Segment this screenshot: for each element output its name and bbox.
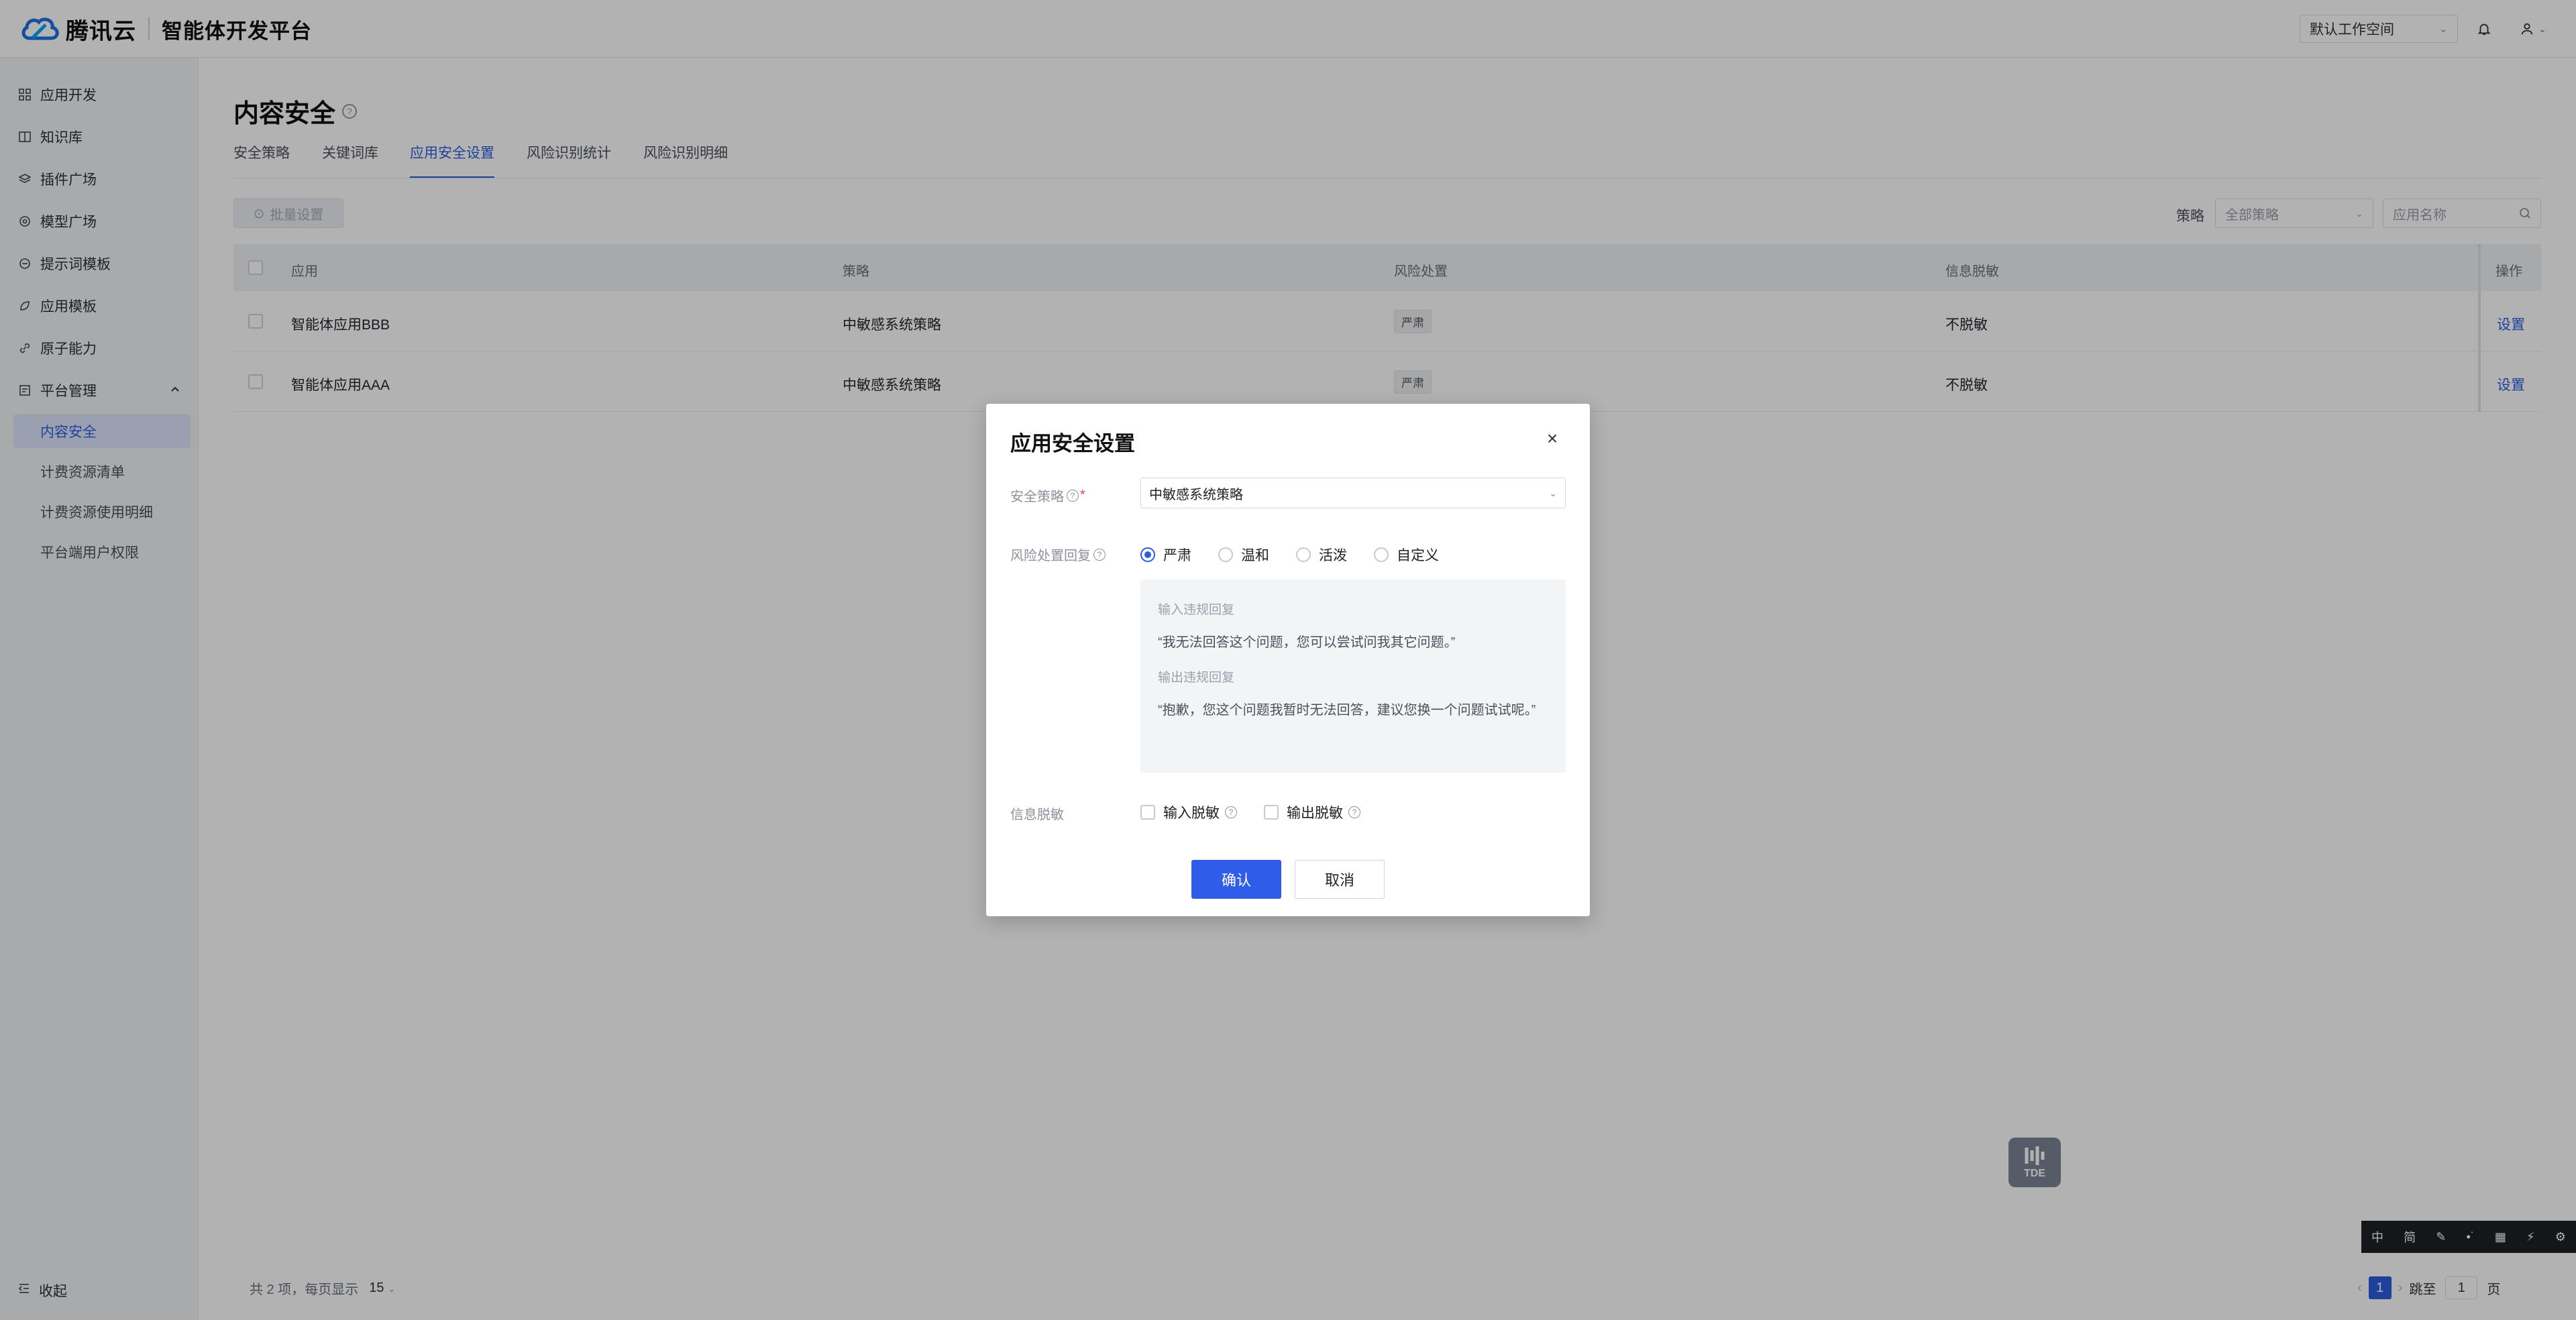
mask-label-text: 信息脱敏 bbox=[1010, 808, 1064, 822]
policy-label-text: 安全策略 bbox=[1010, 490, 1064, 504]
risk-reply-label: 风险处置回复 ? bbox=[1010, 545, 1106, 564]
checkbox-output-mask[interactable]: 输出脱敏? bbox=[1264, 802, 1360, 822]
radio-dot bbox=[1140, 547, 1155, 562]
checkbox-box bbox=[1140, 805, 1155, 820]
mask-checkbox-group: 输入脱敏? 输出脱敏? bbox=[1140, 802, 1387, 822]
radio-label: 严肃 bbox=[1163, 548, 1191, 563]
radio-lively[interactable]: 活泼 bbox=[1296, 545, 1347, 565]
radio-custom[interactable]: 自定义 bbox=[1374, 545, 1439, 565]
radio-label: 自定义 bbox=[1397, 548, 1439, 563]
reply-preview-box: 输入违规回复 “我无法回答这个问题，您可以尝试问我其它问题。” 输出违规回复 “… bbox=[1140, 580, 1566, 773]
policy-field-label: 安全策略 ? * bbox=[1010, 486, 1085, 505]
confirm-button[interactable]: 确认 bbox=[1191, 860, 1281, 899]
mask-field-label: 信息脱敏 bbox=[1010, 804, 1064, 823]
checkbox-label: 输出脱敏 bbox=[1287, 806, 1343, 821]
radio-label: 活泼 bbox=[1319, 548, 1347, 563]
input-reply-text: “我无法回答这个问题，您可以尝试问我其它问题。” bbox=[1158, 635, 1456, 650]
checkbox-label: 输入脱敏 bbox=[1163, 806, 1220, 821]
app-security-settings-dialog: 应用安全设置 × 安全策略 ? * 中敏感系统策略 ⌄ 风险处置回复 ? 严肃 … bbox=[986, 404, 1590, 916]
radio-dot bbox=[1296, 547, 1311, 562]
radio-serious[interactable]: 严肃 bbox=[1140, 545, 1191, 565]
risk-label-text: 风险处置回复 bbox=[1010, 549, 1091, 563]
chevron-down-icon: ⌄ bbox=[1549, 487, 1557, 498]
cancel-button[interactable]: 取消 bbox=[1295, 860, 1385, 899]
radio-label: 温和 bbox=[1241, 548, 1269, 563]
policy-select[interactable]: 中敏感系统策略 ⌄ bbox=[1140, 478, 1566, 508]
input-reply-caption: 输入违规回复 bbox=[1158, 603, 1235, 617]
help-icon[interactable]: ? bbox=[1093, 548, 1106, 561]
risk-reply-radio-group: 严肃 温和 活泼 自定义 bbox=[1140, 545, 1466, 565]
help-icon[interactable]: ? bbox=[1225, 806, 1237, 818]
help-icon[interactable]: ? bbox=[1348, 806, 1360, 818]
output-reply-caption: 输出违规回复 bbox=[1158, 671, 1235, 685]
checkbox-input-mask[interactable]: 输入脱敏? bbox=[1140, 802, 1237, 822]
radio-gentle[interactable]: 温和 bbox=[1218, 545, 1269, 565]
checkbox-box bbox=[1264, 805, 1279, 820]
dialog-title: 应用安全设置 bbox=[1010, 432, 1135, 455]
help-icon[interactable]: ? bbox=[1067, 489, 1079, 502]
radio-dot bbox=[1374, 547, 1389, 562]
output-reply-text: “抱歉，您这个问题我暂时无法回答，建议您换一个问题试试呢。” bbox=[1158, 703, 1536, 718]
radio-dot bbox=[1218, 547, 1233, 562]
policy-select-value: 中敏感系统策略 bbox=[1149, 487, 1243, 502]
close-icon[interactable]: × bbox=[1543, 429, 1562, 448]
required-mark: * bbox=[1080, 488, 1085, 502]
